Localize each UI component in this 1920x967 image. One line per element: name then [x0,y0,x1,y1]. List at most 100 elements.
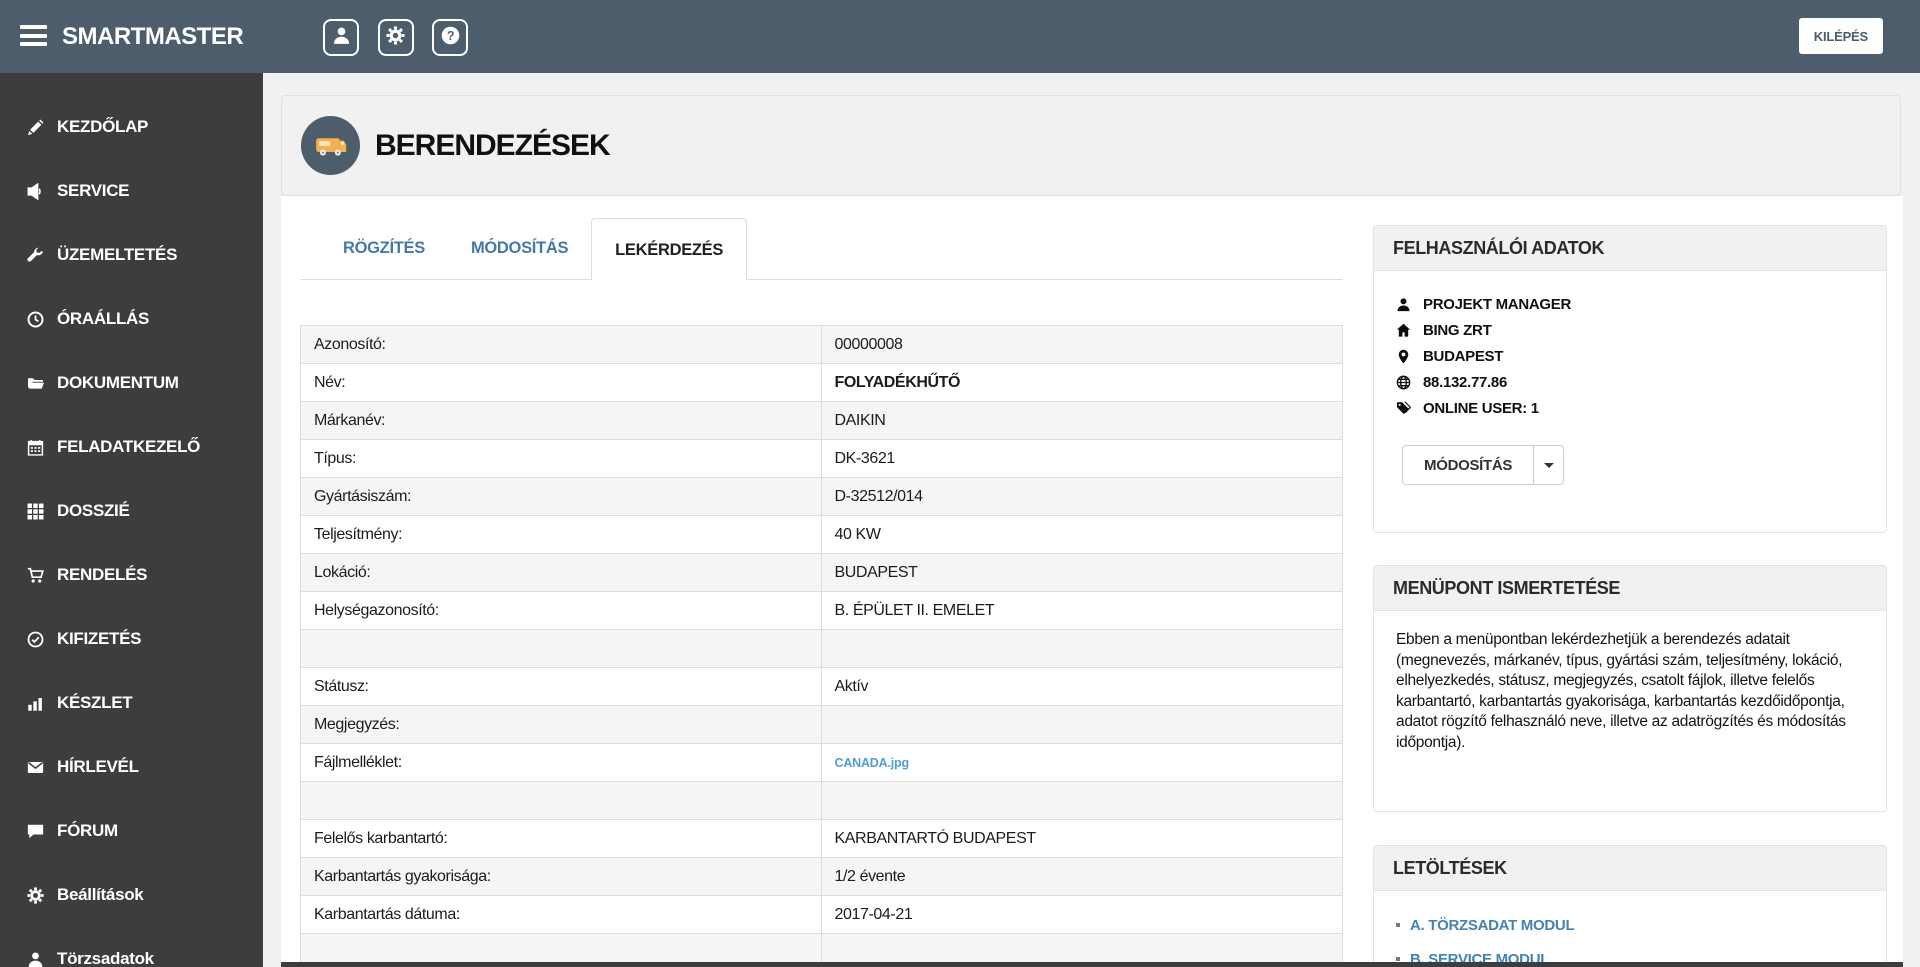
gear-button[interactable] [378,19,414,56]
folder-icon [24,375,46,392]
row-value: BUDAPEST [822,554,1343,591]
row-value: Aktív [822,668,1343,705]
user-data-panel-title: FELHASZNÁLÓI ADATOK [1374,226,1886,271]
download-link[interactable]: A. TÖRZSADAT MODUL [1396,908,1866,942]
menu-description-text: Ebben a menüpontban lekérdezhetjük a ber… [1374,611,1886,773]
tags-icon [1394,401,1413,416]
sidebar-item-feladatkezel-[interactable]: FELADATKEZELŐ [0,415,263,479]
home-icon [1394,323,1413,338]
user-info-row: BUDAPEST [1394,343,1866,369]
table-row: Teljesítmény: 40 KW [300,516,1343,554]
table-row [300,630,1343,668]
row-value: 40 KW [822,516,1343,553]
sidebar-item-label: HÍRLEVÉL [57,757,139,777]
modify-dropdown-toggle[interactable] [1533,446,1563,484]
help-button[interactable]: ? [432,19,468,56]
truck-icon [301,116,360,175]
sidebar-item-label: ÜZEMELTETÉS [57,245,177,265]
table-row [300,782,1343,820]
sidebar-item--zemeltet-s[interactable]: ÜZEMELTETÉS [0,223,263,287]
table-row: Felelős karbantartó: KARBANTARTÓ BUDAPES… [300,820,1343,858]
row-label: Felelős karbantartó: [301,820,822,857]
envelope-icon [24,759,46,776]
edit-icon [24,119,46,136]
sidebar-item-k-szlet[interactable]: KÉSZLET [0,671,263,735]
row-label: Fájlmelléklet: [301,744,822,781]
sidebar-item-label: Törzsadatok [57,949,154,967]
row-value: 00000008 [822,326,1343,363]
sidebar-item-be-ll-t-sok[interactable]: Beállítások [0,863,263,927]
file-attachment-link[interactable]: CANADA.jpg [822,744,1343,781]
sidebar-item-rendel-s[interactable]: RENDELÉS [0,543,263,607]
user-info-text: PROJEKT MANAGER [1423,296,1571,313]
user-info-text: BUDAPEST [1423,348,1503,365]
row-value: FOLYADÉKHŰTŐ [822,364,1343,401]
svg-text:?: ? [446,28,453,42]
table-row: Gyártásiszám: D-32512/014 [300,478,1343,516]
user-icon [332,26,351,50]
sidebar-item-label: DOSSZIÉ [57,501,130,521]
row-label: Azonosító: [301,326,822,363]
chevron-down-icon [1544,463,1554,468]
sidebar-item-h-rlev-l[interactable]: HÍRLEVÉL [0,735,263,799]
sidebar-item-label: KEZDŐLAP [57,117,148,137]
table-row: Típus: DK-3621 [300,440,1343,478]
sidebar-item-label: KÉSZLET [57,693,132,713]
page-header: BERENDEZÉSEK [281,95,1901,196]
bullet-icon [1396,923,1400,927]
row-value: 2017-04-21 [822,896,1343,933]
logout-button[interactable]: KILÉPÉS [1799,18,1883,54]
megaphone-icon [24,183,46,200]
row-value [822,706,1343,743]
sidebar-item-service[interactable]: SERVICE [0,159,263,223]
tab-r-gz-t-s[interactable]: RÖGZÍTÉS [320,217,448,279]
sidebar-item-f-rum[interactable]: FÓRUM [0,799,263,863]
table-row: Státusz: Aktív [300,668,1343,706]
equipment-detail-table: Azonosító: 00000008Név: FOLYADÉKHŰTŐMárk… [300,325,1343,967]
hamburger-menu-icon[interactable] [20,25,47,48]
user-icon [1394,297,1413,312]
app-title: SMARTMASTER [62,0,243,73]
sidebar-item-kezd-lap[interactable]: KEZDŐLAP [0,95,263,159]
wrench-icon [24,247,46,264]
row-value [822,782,1343,819]
sidebar-item-label: ÓRAÁLLÁS [57,309,149,329]
sidebar-item-label: FÓRUM [57,821,118,841]
sidebar-item--ra-ll-s[interactable]: ÓRAÁLLÁS [0,287,263,351]
tab-lek-rdez-s[interactable]: LEKÉRDEZÉS [591,218,747,280]
clock-icon [24,311,46,328]
row-value: DK-3621 [822,440,1343,477]
row-value: 1/2 évente [822,858,1343,895]
user-info-row: PROJEKT MANAGER [1394,291,1866,317]
tab-m-dos-t-s[interactable]: MÓDOSÍTÁS [448,217,591,279]
downloads-title: LETÖLTÉSEK [1374,846,1886,891]
sidebar-item-dokumentum[interactable]: DOKUMENTUM [0,351,263,415]
gear-icon [24,887,46,904]
modify-button[interactable]: MÓDOSÍTÁS [1403,446,1533,484]
menu-description-panel: MENÜPONT ISMERTETÉSE Ebben a menüpontban… [1373,565,1887,812]
user-icon [24,951,46,967]
row-label [301,782,822,819]
sidebar-item-kifizet-s[interactable]: KIFIZETÉS [0,607,263,671]
row-label: Típus: [301,440,822,477]
user-button[interactable] [323,19,359,56]
sidebar-item-label: FELADATKEZELŐ [57,437,200,457]
row-label: Márkanév: [301,402,822,439]
table-row: Helységazonosító: B. ÉPÜLET II. EMELET [300,592,1343,630]
user-info-text: 88.132.77.86 [1423,374,1507,391]
user-info-text: BING ZRT [1423,322,1491,339]
row-label: Gyártásiszám: [301,478,822,515]
table-row: Azonosító: 00000008 [300,326,1343,364]
downloads-panel: LETÖLTÉSEK A. TÖRZSADAT MODUL B. SERVICE… [1373,845,1887,967]
row-label: Teljesítmény: [301,516,822,553]
topbar: SMARTMASTER ? KILÉPÉS [0,0,1920,73]
row-label: Lokáció: [301,554,822,591]
modify-split-button[interactable]: MÓDOSÍTÁS [1402,445,1564,485]
table-row: Név: FOLYADÉKHŰTŐ [300,364,1343,402]
bullet-icon [1396,957,1400,961]
sidebar-item-t-rzsadatok[interactable]: Törzsadatok [0,927,263,967]
sidebar-item-dosszi-[interactable]: DOSSZIÉ [0,479,263,543]
user-data-panel: FELHASZNÁLÓI ADATOK PROJEKT MANAGER BING… [1373,225,1887,533]
chart-icon [24,695,46,712]
table-row: Megjegyzés: [300,706,1343,744]
